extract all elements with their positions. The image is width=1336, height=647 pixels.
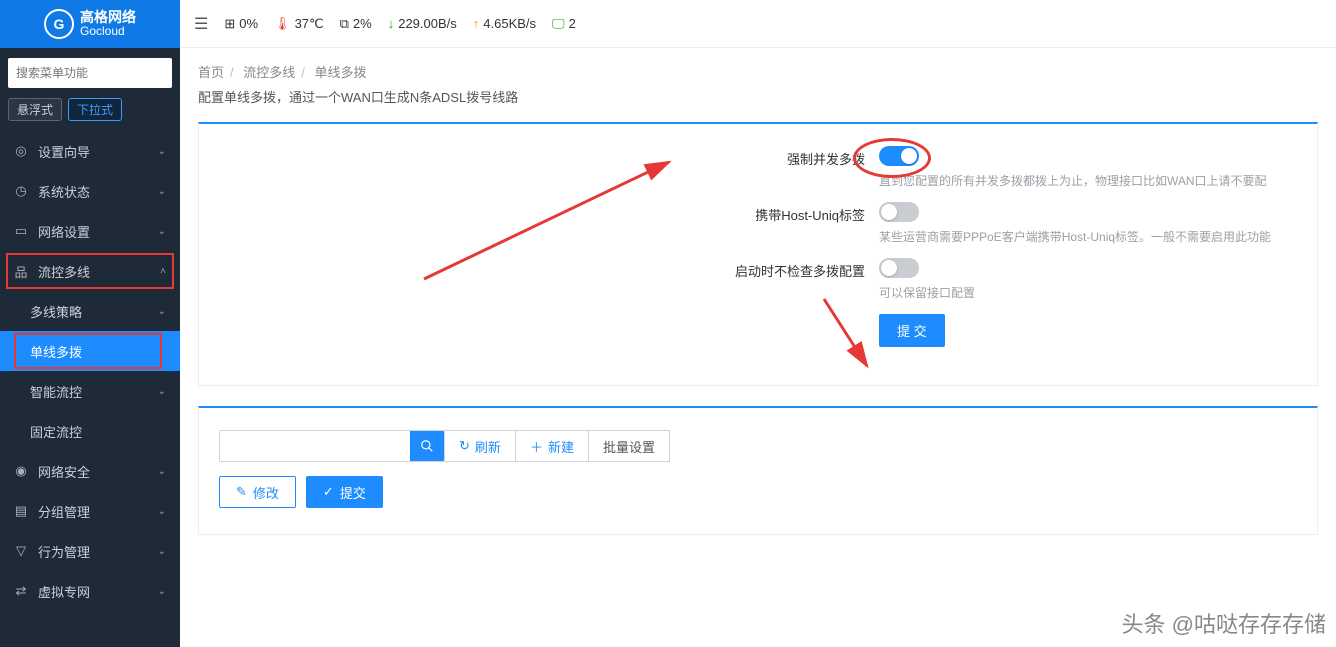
clients-stat: 🖵2 [552, 16, 576, 32]
nav-group-manage[interactable]: ▤分组管理⌄ [0, 491, 180, 531]
flow-icon: 品 [14, 262, 28, 281]
submit-button[interactable]: 提 交 [879, 314, 945, 347]
nav-sub-fixed-flow[interactable]: 固定流控 [0, 411, 180, 451]
nav-sub-single-multi-dial[interactable]: 单线多拨 [0, 331, 180, 371]
breadcrumb: 首页/ 流控多线/ 单线多拨 [198, 62, 1318, 81]
batch-button[interactable]: 批量设置 [588, 430, 670, 462]
main: ☰ ⊞0% 🌡37℃ ⧉2% ↓229.00B/s ↑4.65KB/s 🖵2 首… [180, 0, 1336, 647]
list-search[interactable] [219, 430, 445, 462]
label-force-concurrent: 强制并发多拨 [219, 146, 879, 168]
list-toolbar: ↻刷新 ＋新建 批量设置 [219, 430, 1297, 462]
nav-network-settings[interactable]: ▭网络设置⌄ [0, 211, 180, 251]
network-icon: ▭ [14, 223, 28, 239]
crumb-current: 单线多拨 [315, 65, 367, 80]
crumb-home[interactable]: 首页 [198, 65, 224, 80]
switch-force-concurrent[interactable] [879, 146, 919, 166]
vpn-icon: ⇄ [14, 583, 28, 599]
brand-cn: 高格网络 [80, 10, 136, 25]
upload-icon: ↑ [473, 16, 480, 31]
config-panel: 强制并发多拨 直到您配置的所有并发多拨都拨上为止，物理接口比如WAN口上请不要配… [198, 122, 1318, 386]
temp-stat: 🌡37℃ [274, 16, 324, 32]
topbar: ☰ ⊞0% 🌡37℃ ⧉2% ↓229.00B/s ↑4.65KB/s 🖵2 [180, 0, 1336, 48]
menu-toggle-icon[interactable]: ☰ [194, 14, 208, 34]
edit-icon: ✎ [236, 484, 247, 500]
nav: ◎设置向导⌄ ◷系统状态⌄ ▭网络设置⌄ 品流控多线˄ 多线策略⌄ 单线多拨 智… [0, 131, 180, 647]
chevron-down-icon: ⌄ [158, 226, 166, 237]
crumb-flow[interactable]: 流控多线 [243, 65, 295, 80]
brand-en: Gocloud [80, 25, 136, 38]
label-host-uniq: 携带Host-Uniq标签 [219, 202, 879, 224]
chevron-down-icon: ⌄ [158, 586, 166, 597]
list-submit-button[interactable]: ✓提交 [306, 476, 383, 508]
chevron-down-icon: ⌄ [158, 186, 166, 197]
label-skip-check: 启动时不检查多拨配置 [219, 258, 879, 280]
wizard-icon: ◎ [14, 143, 28, 159]
chevron-down-icon: ⌄ [158, 466, 166, 477]
refresh-button[interactable]: ↻刷新 [444, 430, 516, 462]
chevron-down-icon: ⌄ [158, 546, 166, 557]
edit-button[interactable]: ✎修改 [219, 476, 296, 508]
up-speed: ↑4.65KB/s [473, 16, 536, 31]
nav-behavior-manage[interactable]: ▽行为管理⌄ [0, 531, 180, 571]
new-button[interactable]: ＋新建 [515, 430, 589, 462]
nav-setup-wizard[interactable]: ◎设置向导⌄ [0, 131, 180, 171]
chevron-down-icon: ⌄ [158, 386, 166, 397]
sidebar: G 高格网络 Gocloud 悬浮式 下拉式 ◎设置向导⌄ ◷系统状态⌄ ▭网络… [0, 0, 180, 647]
behavior-icon: ▽ [14, 543, 28, 559]
plus-icon: ＋ [530, 437, 543, 456]
check-icon: ✓ [323, 484, 334, 500]
hint-host-uniq: 某些运营商需要PPPoE客户端携带Host-Uniq标签。一般不需要启用此功能 [879, 228, 1297, 246]
cpu-icon: ⊞ [224, 16, 235, 32]
hint-force-concurrent: 直到您配置的所有并发多拨都拨上为止，物理接口比如WAN口上请不要配 [879, 172, 1297, 190]
list-panel: ↻刷新 ＋新建 批量设置 ✎修改 ✓提交 [198, 406, 1318, 535]
shield-icon: ◉ [14, 463, 28, 479]
hint-skip-check: 可以保留接口配置 [879, 284, 1297, 302]
chevron-down-icon: ⌄ [158, 306, 166, 317]
chevron-up-icon: ˄ [160, 266, 166, 277]
nav-sub-smart-flow[interactable]: 智能流控⌄ [0, 371, 180, 411]
nav-system-status[interactable]: ◷系统状态⌄ [0, 171, 180, 211]
logo-icon: G [44, 9, 74, 39]
nav-vpn[interactable]: ⇄虚拟专网⌄ [0, 571, 180, 611]
content: 首页/ 流控多线/ 单线多拨 配置单线多拨，通过一个WAN口生成N条ADSL拨号… [180, 48, 1336, 647]
logo[interactable]: G 高格网络 Gocloud [0, 0, 180, 48]
chevron-down-icon: ⌄ [158, 146, 166, 157]
nav-sub-multiline-policy[interactable]: 多线策略⌄ [0, 291, 180, 331]
cpu-stat: ⊞0% [224, 16, 258, 32]
nav-network-security[interactable]: ◉网络安全⌄ [0, 451, 180, 491]
thermometer-icon: 🌡 [274, 16, 291, 32]
nav-flow-multiline[interactable]: 品流控多线˄ [0, 251, 180, 291]
down-speed: ↓229.00B/s [388, 16, 457, 31]
sidebar-search[interactable] [8, 58, 172, 88]
memory-icon: ⧉ [340, 16, 349, 32]
switch-host-uniq[interactable] [879, 202, 919, 222]
status-icon: ◷ [14, 183, 28, 199]
list-search-input[interactable] [220, 431, 410, 461]
switch-skip-check[interactable] [879, 258, 919, 278]
mode-dropdown[interactable]: 下拉式 [68, 98, 122, 121]
chevron-down-icon: ⌄ [158, 506, 166, 517]
page-description: 配置单线多拨，通过一个WAN口生成N条ADSL拨号线路 [198, 87, 1318, 106]
mode-float[interactable]: 悬浮式 [8, 98, 62, 121]
mem-stat: ⧉2% [340, 16, 372, 32]
search-input[interactable] [8, 58, 172, 88]
refresh-icon: ↻ [459, 438, 470, 454]
download-icon: ↓ [388, 16, 395, 31]
monitor-icon: 🖵 [552, 16, 565, 32]
group-icon: ▤ [14, 503, 28, 519]
list-search-button[interactable] [410, 431, 444, 461]
